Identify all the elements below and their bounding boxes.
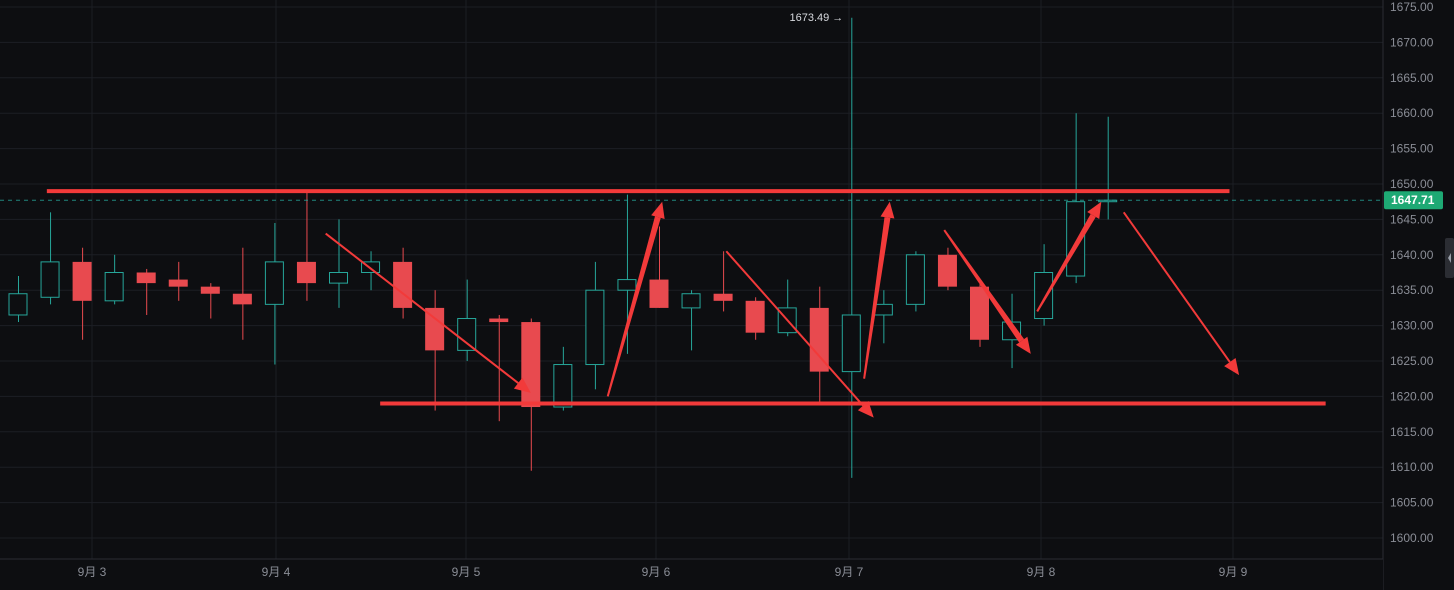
- price-tick-label: 1625.00: [1390, 354, 1434, 368]
- price-tag-value: 1647.71: [1391, 193, 1435, 207]
- candlestick-chart[interactable]: 1675.00 1670.00 1665.00 1660.00 1655.00 1650.…: [0, 0, 1454, 590]
- price-tick-label: 1665.00: [1390, 71, 1434, 85]
- price-tick-label: 1610.00: [1390, 460, 1434, 474]
- time-tick-label: 9月 7: [835, 565, 864, 579]
- candle-body: [8, 293, 28, 316]
- candle-body: [264, 261, 284, 305]
- candle-body: [296, 261, 316, 284]
- candle-body: [649, 279, 669, 308]
- candle-body: [1034, 272, 1054, 320]
- candle-body: [873, 303, 893, 316]
- price-tick-label: 1615.00: [1390, 425, 1434, 439]
- candle-body: [200, 286, 220, 294]
- candle-body: [40, 261, 60, 298]
- candle-body: [841, 314, 861, 373]
- candle-body: [104, 272, 124, 302]
- candle-body: [489, 318, 509, 323]
- time-tick-label: 9月 3: [78, 565, 107, 579]
- time-tick-label: 9月 5: [452, 565, 481, 579]
- price-tick-label: 1640.00: [1390, 248, 1434, 262]
- candle-body: [232, 293, 252, 305]
- candle-body: [329, 272, 348, 284]
- candle-body: [457, 318, 477, 351]
- session-high-marker: 1673.49 →: [789, 12, 843, 24]
- price-tick-label: 1660.00: [1390, 106, 1434, 120]
- candle-body: [585, 289, 605, 366]
- candle-body: [168, 279, 188, 287]
- candle: [905, 251, 925, 312]
- price-tick-label: 1630.00: [1390, 319, 1434, 333]
- candle-body: [713, 293, 733, 301]
- candle-body: [905, 254, 925, 305]
- scroll-handle[interactable]: [1445, 238, 1454, 278]
- candle-body: [521, 322, 541, 408]
- time-tick-label: 9月 9: [1219, 565, 1248, 579]
- price-tick-label: 1645.00: [1390, 212, 1434, 226]
- price-tick-label: 1635.00: [1390, 283, 1434, 297]
- candle-body: [937, 254, 957, 287]
- price-axis[interactable]: 1675.00 1670.00 1665.00 1660.00 1655.00 1650.…: [1382, 0, 1454, 590]
- time-tick-label: 9月 8: [1027, 565, 1056, 579]
- candle-body: [136, 272, 156, 284]
- candle-body: [745, 300, 765, 333]
- price-tick-label: 1650.00: [1390, 177, 1434, 191]
- time-tick-label: 9月 4: [262, 565, 291, 579]
- candle-body: [393, 261, 413, 308]
- high-value-label: 1673.49 →: [789, 12, 843, 24]
- price-tick-label: 1620.00: [1390, 389, 1434, 403]
- time-axis-background: [0, 559, 1383, 590]
- candle-body: [617, 279, 637, 291]
- price-tick-label: 1600.00: [1390, 531, 1434, 545]
- price-tick-label: 1670.00: [1390, 35, 1434, 49]
- price-tick-label: 1605.00: [1390, 496, 1434, 510]
- time-axis[interactable]: 9月 3 9月 4 9月 5 9月 6 9月 7 9月 8 9月 9: [0, 558, 1383, 590]
- candle-body: [970, 286, 989, 340]
- price-tick-label: 1655.00: [1390, 142, 1434, 156]
- candle-body: [681, 293, 701, 309]
- candle-body: [72, 261, 92, 301]
- candle-body: [553, 364, 573, 408]
- candle-body: [809, 307, 829, 372]
- current-price-tag: 1647.71: [1384, 191, 1443, 210]
- price-tick-label: 1675.00: [1390, 0, 1434, 14]
- time-tick-label: 9月 6: [642, 565, 671, 579]
